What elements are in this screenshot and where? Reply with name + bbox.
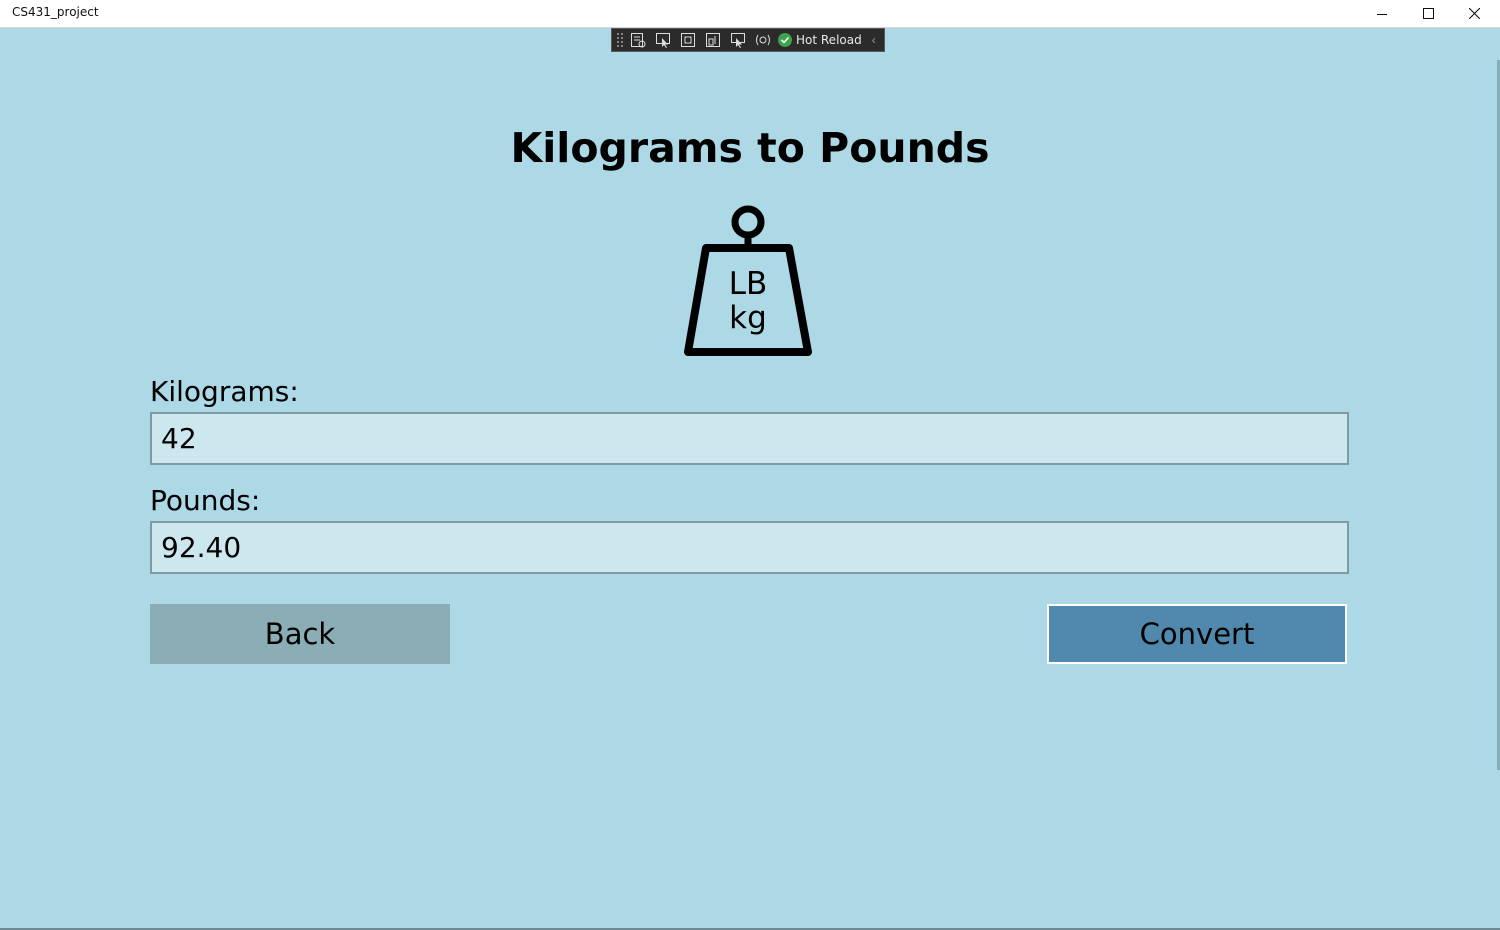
app-window: CS431_project Hot Reload ‹ Kilograms to … <box>0 0 1500 930</box>
maximize-button[interactable] <box>1405 0 1451 27</box>
select-element-button[interactable] <box>652 31 674 49</box>
back-button[interactable]: Back <box>150 604 450 664</box>
pounds-input[interactable] <box>150 521 1349 574</box>
live-visual-tree-button[interactable] <box>627 31 649 49</box>
track-focus-button[interactable] <box>702 31 724 49</box>
hot-reload-label: Hot Reload <box>796 33 862 47</box>
toolbar-grip-icon[interactable] <box>616 32 624 48</box>
binding-failures-button[interactable] <box>727 31 749 49</box>
xaml-debug-toolbar: Hot Reload ‹ <box>611 28 885 52</box>
live-visual-tree-icon <box>631 33 646 48</box>
window-title: CS431_project <box>12 5 99 19</box>
pounds-label: Pounds: <box>150 484 261 517</box>
check-circle-icon <box>778 33 792 47</box>
close-icon <box>1468 8 1480 19</box>
minimize-button[interactable] <box>1359 0 1405 27</box>
title-bar[interactable]: CS431_project <box>0 0 1500 28</box>
minimize-icon <box>1377 13 1387 15</box>
close-button[interactable] <box>1451 0 1497 27</box>
accessibility-checker-button[interactable] <box>752 31 774 49</box>
convert-button[interactable]: Convert <box>1047 604 1347 664</box>
track-focus-icon <box>706 33 720 47</box>
kilograms-label: Kilograms: <box>150 375 299 408</box>
weight-icon: LB kg <box>684 205 812 356</box>
display-adorners-button[interactable] <box>677 31 699 49</box>
weight-icon-label-top: LB <box>729 266 768 302</box>
binding-failures-icon <box>731 33 745 48</box>
weight-icon-label-bottom: kg <box>729 300 767 336</box>
select-element-icon <box>656 33 670 48</box>
display-adorners-icon <box>681 33 695 47</box>
kilograms-input[interactable] <box>150 412 1349 465</box>
page-title: Kilograms to Pounds <box>510 124 990 172</box>
hot-reload-status[interactable]: Hot Reload <box>778 33 862 47</box>
accessibility-checker-icon <box>756 34 770 46</box>
collapse-chevron-icon[interactable]: ‹ <box>872 33 876 47</box>
maximize-icon <box>1422 8 1434 19</box>
